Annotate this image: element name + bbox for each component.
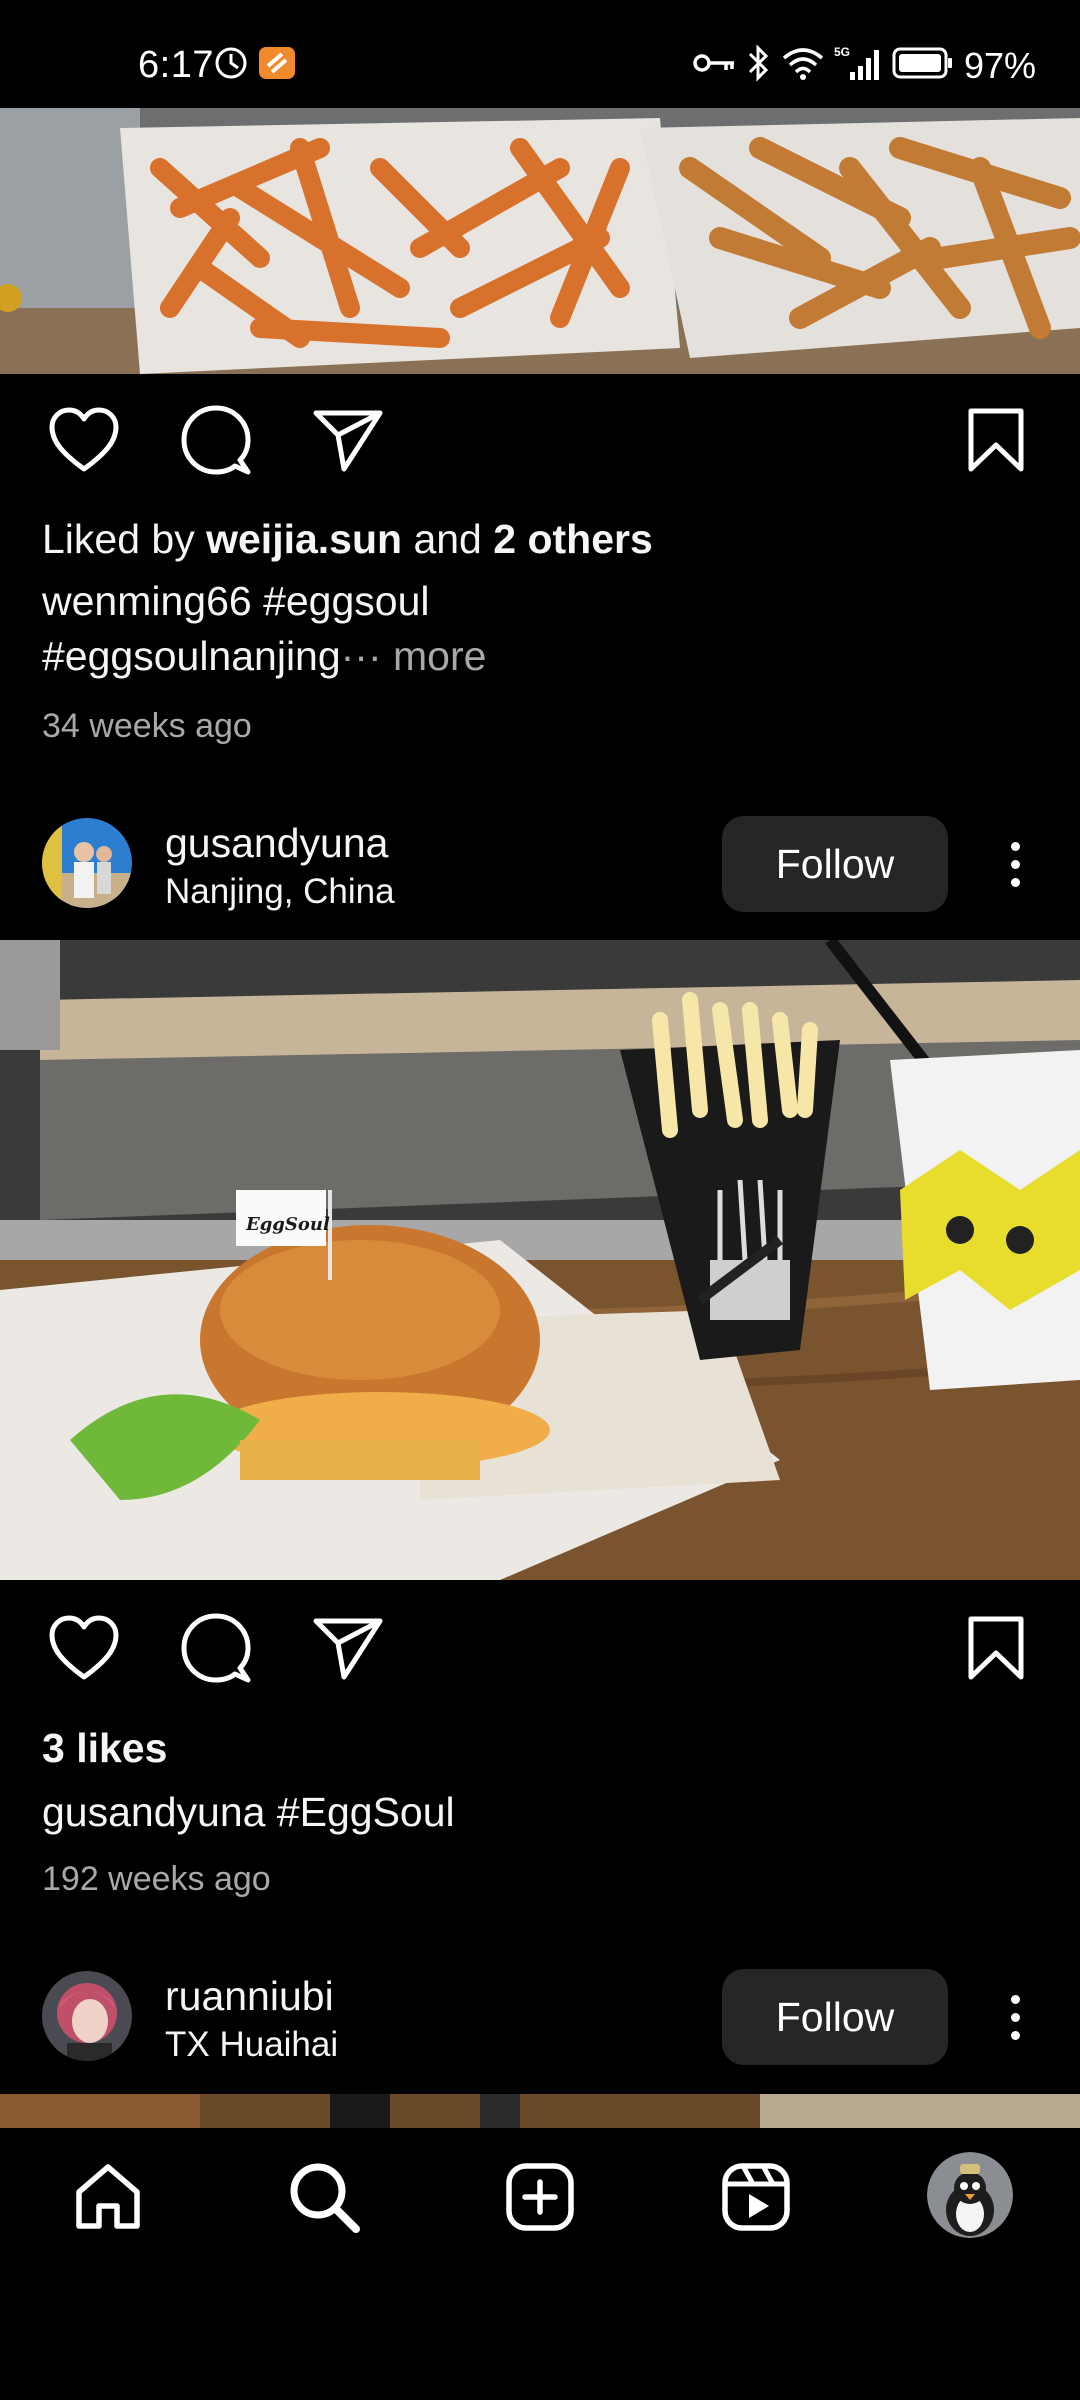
nav-profile-avatar[interactable] — [927, 2152, 1013, 2238]
comment-button[interactable] — [176, 400, 256, 480]
home-icon — [76, 2164, 140, 2229]
liked-by-user-link[interactable]: weijia.sun — [206, 516, 402, 562]
like-button[interactable] — [44, 400, 124, 480]
signal-icon: 5G — [834, 44, 882, 87]
nav-reels[interactable] — [711, 2152, 801, 2242]
caption-username[interactable]: gusandyuna — [42, 1789, 265, 1835]
status-bar: 6:17 5G 97% — [0, 0, 1080, 108]
search-icon — [290, 2163, 360, 2233]
more-link[interactable]: more — [393, 633, 486, 679]
key-icon — [692, 48, 736, 83]
follow-button[interactable]: Follow — [722, 816, 948, 912]
more-options-icon[interactable] — [990, 824, 1040, 904]
profile-avatar — [927, 2152, 1013, 2238]
post-username[interactable]: gusandyuna — [165, 820, 388, 867]
send-icon — [313, 1618, 383, 1680]
wifi-icon — [782, 46, 824, 85]
post-location[interactable]: Nanjing, China — [165, 872, 395, 912]
caption-username[interactable]: wenming66 — [42, 578, 252, 624]
more-options-icon[interactable] — [990, 1977, 1040, 2057]
heart-icon — [49, 407, 119, 472]
hashtag-eggsoul[interactable]: #EggSoul — [265, 1789, 455, 1835]
avatar[interactable] — [42, 1971, 132, 2061]
post-3-header: ruanniubi TX Huaihai Follow — [0, 1957, 1080, 2077]
post-photo-fries[interactable] — [0, 108, 1080, 374]
comment-button[interactable] — [176, 1608, 256, 1688]
post-2-actions — [0, 1608, 1080, 1708]
nav-create[interactable] — [495, 2152, 585, 2242]
svg-text:EggSoul: EggSoul — [245, 1214, 330, 1235]
caption-line: gusandyuna #EggSoul — [42, 1789, 455, 1836]
caption-line-2: #eggsoulnanjing··· more — [42, 633, 487, 679]
comment-icon — [181, 405, 251, 475]
bookmark-icon — [968, 1616, 1024, 1680]
post-photo-burger[interactable]: EggSoul — [0, 940, 1080, 1580]
send-icon — [313, 410, 383, 472]
battery-percent: 97% — [963, 44, 1036, 86]
save-button[interactable] — [956, 1608, 1036, 1688]
post-1-timestamp: 34 weeks ago — [42, 707, 252, 745]
follow-button[interactable]: Follow — [722, 1969, 948, 2065]
share-button[interactable] — [308, 1608, 388, 1688]
app-notification-icon — [258, 46, 296, 85]
bookmark-icon — [968, 408, 1024, 472]
hashtag-eggsoul[interactable]: #eggsoul — [252, 578, 429, 624]
nav-search[interactable] — [279, 2152, 369, 2242]
post-location[interactable]: TX Huaihai — [165, 2025, 338, 2065]
bottom-navigation — [0, 2128, 1080, 2288]
liked-by-others-link[interactable]: 2 others — [493, 516, 653, 562]
network-type: 5G — [834, 45, 850, 59]
comment-icon — [181, 1613, 251, 1683]
battery-icon — [892, 46, 954, 85]
avatar[interactable] — [42, 818, 132, 908]
liked-by-text: Liked by weijia.sun and 2 others — [42, 516, 653, 562]
hashtag-eggsoulnanjing[interactable]: #eggsoulnanjing — [42, 633, 341, 679]
post-2-timestamp: 192 weeks ago — [42, 1860, 271, 1898]
share-button[interactable] — [308, 400, 388, 480]
post-2-header: gusandyuna Nanjing, China Follow — [0, 804, 1080, 924]
post-1-actions — [0, 400, 1080, 500]
reels-icon — [722, 2163, 790, 2231]
caption-line-1: wenming66 #eggsoul — [42, 578, 430, 625]
save-button[interactable] — [956, 400, 1036, 480]
post-username[interactable]: ruanniubi — [165, 1973, 334, 2020]
timer-icon — [214, 46, 248, 85]
post-photo-partial[interactable] — [0, 2094, 1080, 2128]
heart-icon — [49, 1615, 119, 1680]
create-icon — [506, 2163, 574, 2231]
likes-count[interactable]: 3 likes — [42, 1725, 167, 1772]
like-button[interactable] — [44, 1608, 124, 1688]
bluetooth-icon — [746, 44, 772, 87]
nav-home[interactable] — [63, 2152, 153, 2242]
status-time: 6:17 — [138, 44, 214, 86]
